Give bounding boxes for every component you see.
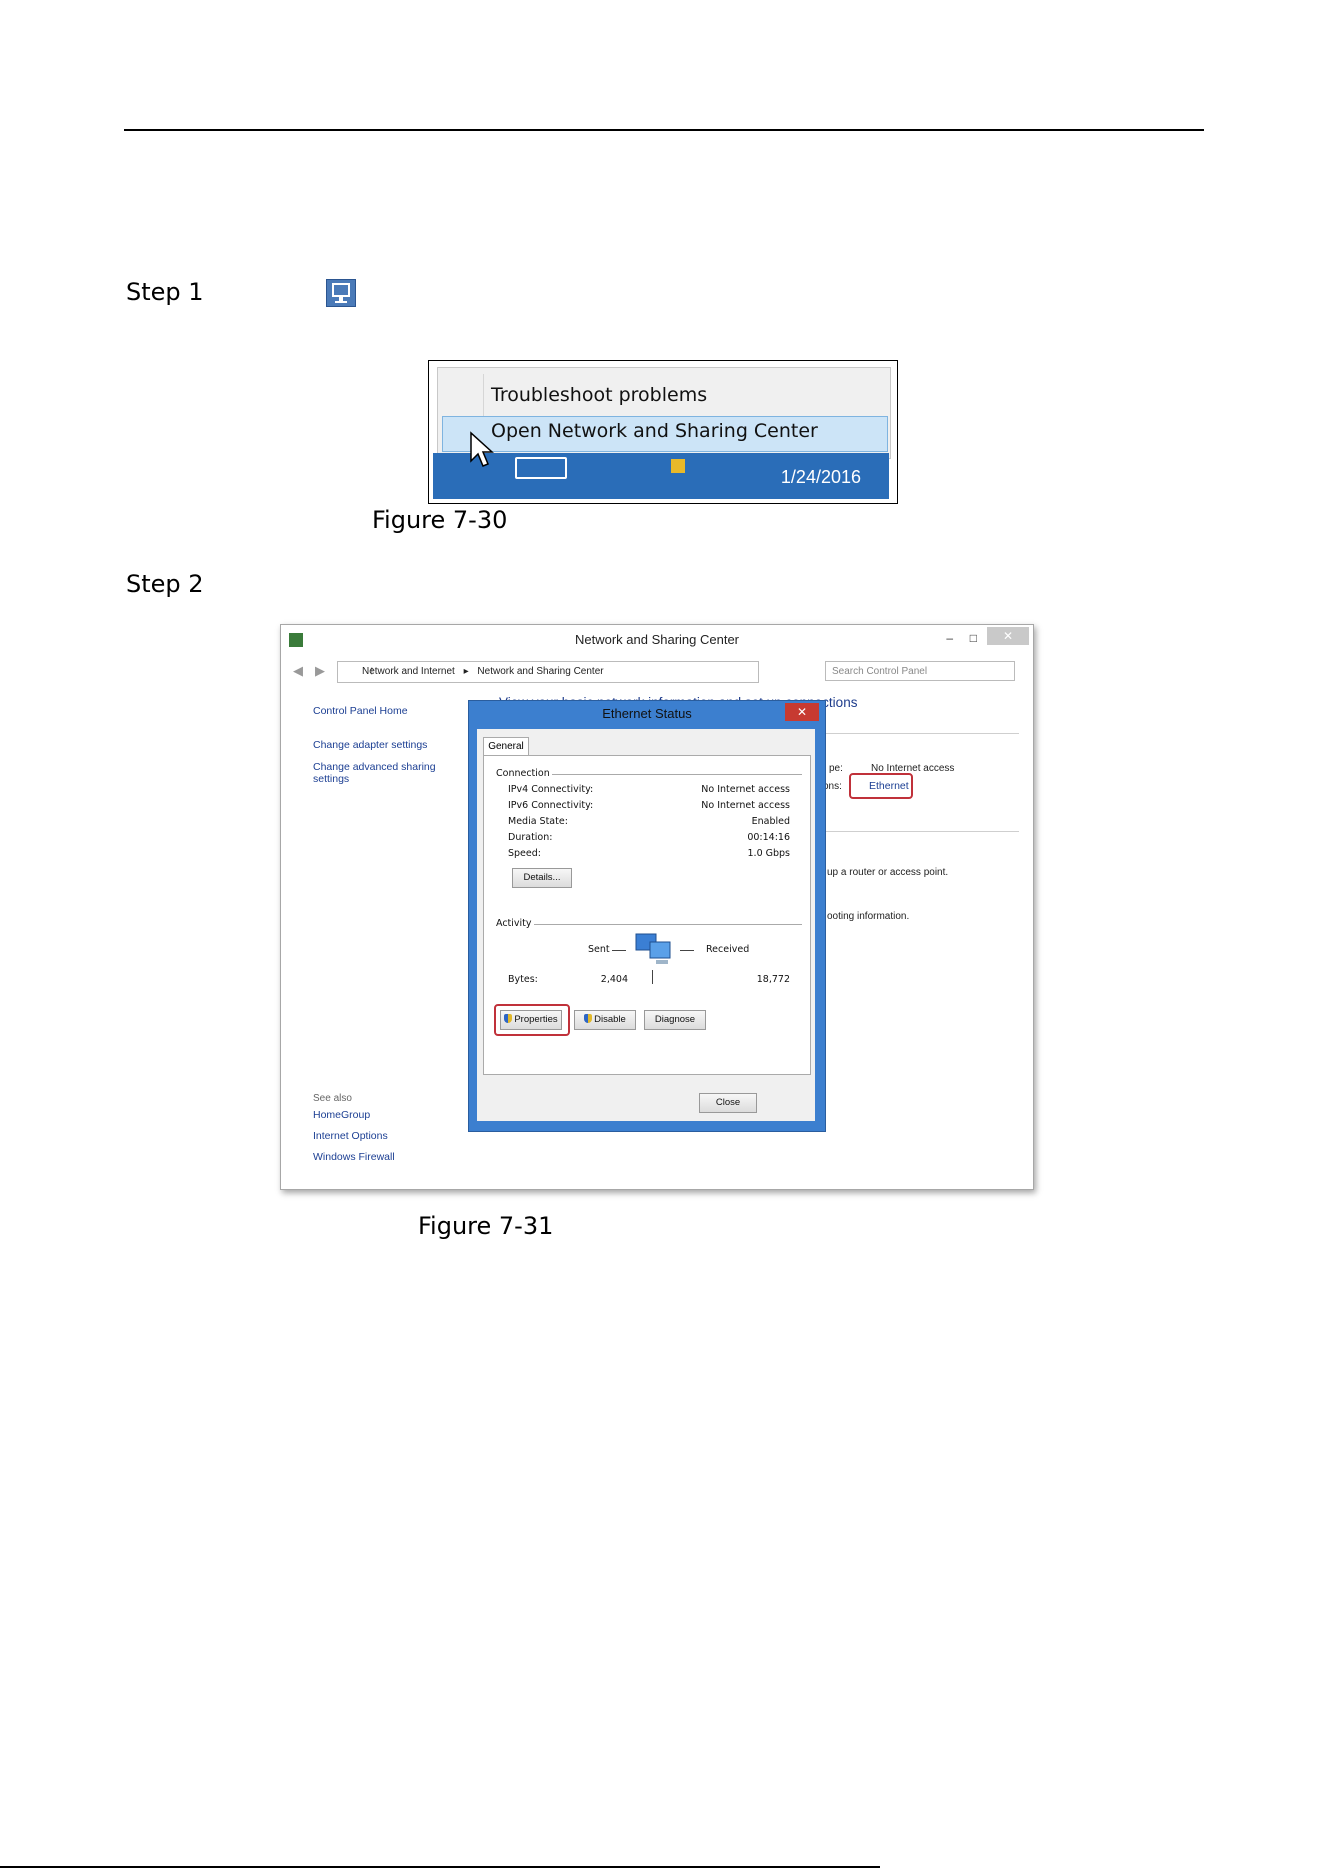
sent-line [612, 950, 626, 951]
media-state-label: Media State: [508, 816, 568, 827]
ipv4-label: IPv4 Connectivity: [508, 784, 594, 795]
network-computers-icon [635, 933, 671, 964]
figure-7-30-caption: Figure 7-30 [372, 506, 508, 534]
back-icon[interactable]: ◀ [293, 663, 303, 679]
minimize-button[interactable]: – [946, 631, 953, 645]
speed-value: 1.0 Gbps [747, 848, 791, 859]
bytes-received-value: 18,772 [756, 974, 790, 985]
activity-divider [652, 970, 653, 984]
received-label: Received [706, 944, 750, 955]
ethernet-highlight-box [849, 773, 913, 799]
step-1-label: Step 1 [126, 278, 204, 306]
bytes-label: Bytes: [508, 974, 538, 985]
window-close-button[interactable]: ✕ [987, 627, 1029, 645]
context-menu: Troubleshoot problems Open Network and S… [437, 367, 891, 459]
duration-value: 00:14:16 [747, 832, 790, 843]
footer-rule [0, 1866, 880, 1868]
duration-label: Duration: [508, 832, 553, 843]
internet-options-link[interactable]: Internet Options [313, 1130, 388, 1142]
control-panel-home-link[interactable]: Control Panel Home [313, 705, 408, 717]
menu-item-open-network-center[interactable]: Open Network and Sharing Center [491, 420, 818, 442]
maximize-button[interactable]: □ [970, 631, 977, 645]
dialog-body: General Connection IPv4 Connectivity: No… [477, 729, 815, 1121]
menu-item-troubleshoot[interactable]: Troubleshoot problems [491, 384, 707, 406]
forward-icon[interactable]: ▶ [315, 663, 325, 679]
figure-7-30-screenshot: Troubleshoot problems Open Network and S… [428, 360, 898, 504]
ipv4-value: No Internet access [701, 784, 790, 795]
close-button[interactable]: Close [699, 1093, 757, 1113]
header-rule [124, 129, 1204, 131]
cursor-icon [470, 431, 494, 467]
address-bar[interactable]: Network and Internet ▸ Network and Shari… [337, 661, 759, 683]
step-2-label: Step 2 [126, 570, 204, 598]
router-text: up a router or access point. [827, 867, 949, 878]
ipv6-value: No Internet access [701, 800, 790, 811]
ethernet-status-dialog: Ethernet Status ✕ General Connection IPv… [468, 700, 826, 1132]
see-also-label: See also [313, 1093, 352, 1104]
section-rule [534, 924, 802, 925]
properties-highlight-box [494, 1004, 570, 1036]
window-title: Network and Sharing Center [574, 632, 740, 647]
sent-label: Sent [588, 944, 610, 955]
section-rule [552, 774, 802, 775]
access-type-label: pe: [829, 763, 843, 774]
network-icon [326, 279, 356, 307]
shield-icon [584, 1014, 593, 1023]
change-adapter-settings-link[interactable]: Change adapter settings [313, 739, 427, 751]
received-line [680, 950, 694, 951]
connection-section-label: Connection [496, 768, 550, 779]
change-advanced-sharing-link[interactable]: Change advanced sharing settings [313, 761, 443, 785]
details-button[interactable]: Details... [512, 868, 572, 888]
general-panel: Connection IPv4 Connectivity: No Interne… [483, 755, 811, 1075]
keyboard-icon [515, 457, 567, 479]
breadcrumb-network-internet[interactable]: Network and Internet [362, 666, 455, 677]
dialog-title: Ethernet Status [602, 706, 692, 721]
diagnose-button[interactable]: Diagnose [644, 1010, 706, 1030]
disable-button[interactable]: Disable [574, 1010, 636, 1030]
windows-firewall-link[interactable]: Windows Firewall [313, 1151, 395, 1163]
window-app-icon [289, 633, 303, 647]
taskbar: 1/24/2016 [433, 453, 889, 499]
media-state-value: Enabled [751, 816, 790, 827]
homegroup-link[interactable]: HomeGroup [313, 1109, 370, 1121]
ipv6-label: IPv6 Connectivity: [508, 800, 594, 811]
troubleshoot-text: ooting information. [827, 911, 910, 922]
tab-general[interactable]: General [483, 737, 529, 756]
bytes-sent-value: 2,404 [600, 974, 628, 985]
speed-label: Speed: [508, 848, 541, 859]
breadcrumb-network-sharing-center[interactable]: Network and Sharing Center [477, 666, 603, 677]
warning-icon [671, 459, 685, 473]
search-input[interactable]: Search Control Panel [825, 661, 1015, 681]
figure-7-31-caption: Figure 7-31 [418, 1212, 554, 1240]
dialog-close-x-button[interactable]: ✕ [785, 703, 819, 721]
activity-section-label: Activity [496, 918, 532, 929]
taskbar-date: 1/24/2016 [780, 467, 861, 487]
